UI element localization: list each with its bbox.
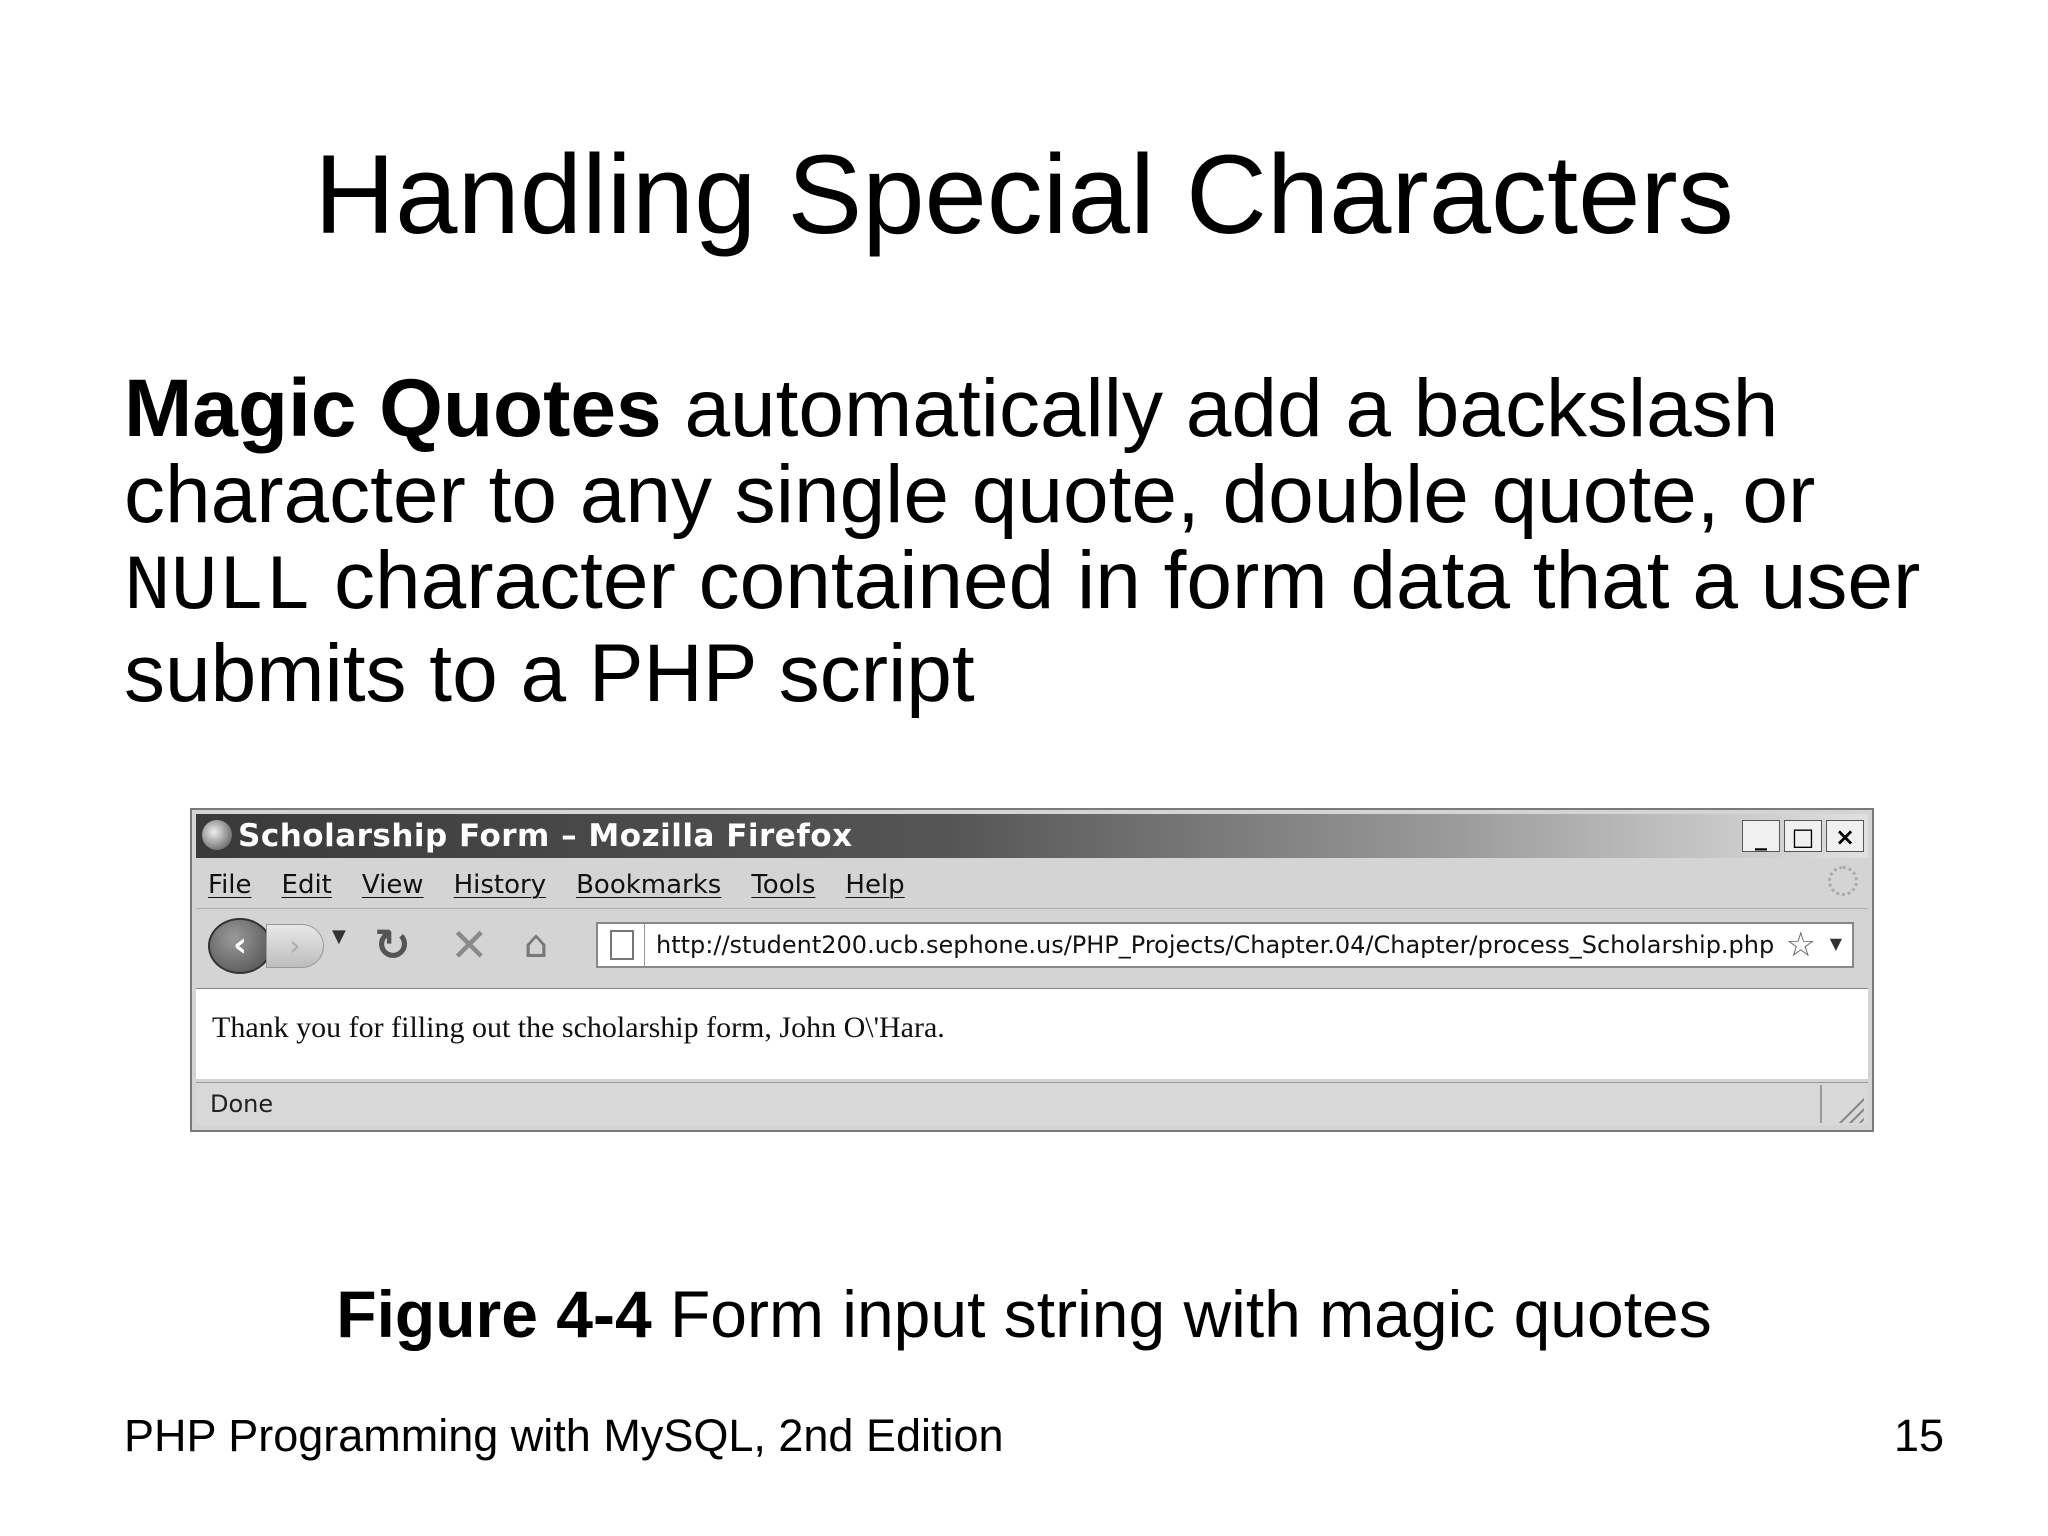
resize-grip-icon[interactable]: [1838, 1097, 1864, 1123]
reload-icon[interactable]: ↻: [374, 920, 411, 971]
back-button[interactable]: ‹: [208, 918, 272, 974]
menu-help[interactable]: Help: [845, 870, 904, 900]
menu-bookmarks[interactable]: Bookmarks: [576, 870, 721, 900]
figure-label: Figure 4-4: [336, 1277, 652, 1351]
body-paragraph: Magic Quotes automatically add a backsla…: [124, 366, 1984, 717]
window-title: Scholarship Form – Mozilla Firefox: [238, 818, 853, 854]
url-dropdown-icon[interactable]: ▼: [1830, 934, 1842, 953]
bookmark-star-icon[interactable]: ☆: [1786, 924, 1816, 966]
page-content: Thank you for filling out the scholarshi…: [196, 988, 1868, 1079]
figure-caption: Figure 4-4 Form input string with magic …: [0, 1274, 2048, 1354]
status-bar: Done: [196, 1082, 1868, 1125]
minimize-button[interactable]: _: [1742, 820, 1780, 852]
slide-title: Handling Special Characters: [314, 132, 1734, 257]
home-icon[interactable]: ⌂: [524, 922, 548, 966]
status-text: Done: [210, 1090, 274, 1118]
url-text[interactable]: http://student200.ucb.sephone.us/PHP_Pro…: [656, 928, 1774, 962]
page-number: 15: [1893, 1410, 1944, 1461]
magic-quotes-term: Magic Quotes: [124, 363, 662, 454]
browser-window: Scholarship Form – Mozilla Firefox _ □ ×…: [190, 808, 1874, 1132]
window-controls: _ □ ×: [1742, 820, 1864, 852]
page-icon: [610, 930, 634, 960]
stop-icon[interactable]: ✕: [450, 918, 489, 972]
browser-titlebar: Scholarship Form – Mozilla Firefox _ □ ×: [196, 814, 1868, 858]
maximize-button[interactable]: □: [1784, 820, 1822, 852]
history-dropdown-icon[interactable]: ▼: [332, 926, 346, 947]
footer-book-title: PHP Programming with MySQL, 2nd Edition: [124, 1410, 1004, 1461]
figure-caption-text: Form input string with magic quotes: [651, 1277, 1712, 1351]
url-separator: [644, 924, 645, 966]
menu-view[interactable]: View: [362, 870, 424, 900]
null-code-term: NULL: [124, 544, 312, 632]
address-bar[interactable]: http://student200.ucb.sephone.us/PHP_Pro…: [596, 922, 1854, 968]
menu-tools[interactable]: Tools: [751, 870, 815, 900]
menu-bar: File Edit View History Bookmarks Tools H…: [196, 862, 1868, 909]
throbber-icon: [1828, 866, 1858, 896]
page-message: Thank you for filling out the scholarshi…: [212, 1011, 945, 1044]
menu-history[interactable]: History: [454, 870, 547, 900]
body-text-part-2: character contained in form data that a …: [124, 535, 1921, 719]
status-divider: [1820, 1085, 1822, 1123]
firefox-icon: [202, 820, 232, 850]
forward-button[interactable]: ›: [266, 924, 324, 968]
menu-edit[interactable]: Edit: [282, 870, 332, 900]
menu-file[interactable]: File: [208, 870, 252, 900]
navigation-toolbar: ‹ › ▼ ↻ ✕ ⌂ http://student200.ucb.sephon…: [196, 910, 1868, 976]
close-button[interactable]: ×: [1826, 820, 1864, 852]
